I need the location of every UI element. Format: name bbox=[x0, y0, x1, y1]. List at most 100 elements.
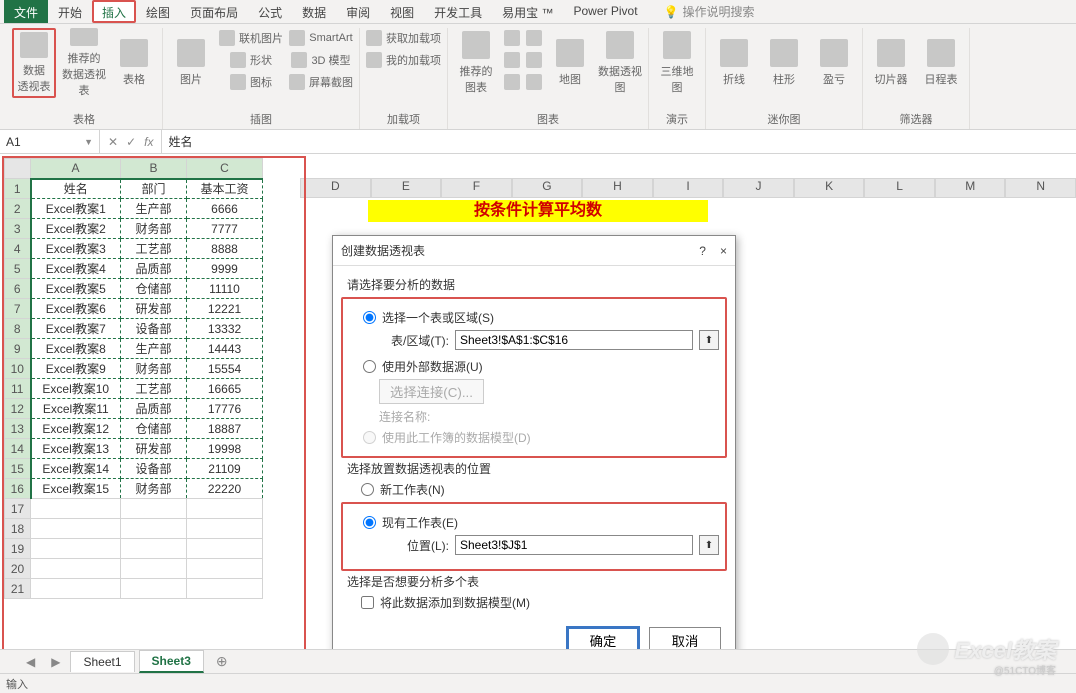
opt-external-source[interactable]: 使用外部数据源(U) bbox=[363, 358, 719, 375]
cell-C2[interactable]: 6666 bbox=[187, 199, 263, 219]
row-19[interactable]: 19 bbox=[5, 539, 31, 559]
tab-formulas[interactable]: 公式 bbox=[248, 0, 292, 23]
sheet-nav-prev-icon[interactable]: ◀ bbox=[20, 655, 41, 669]
slicer-button[interactable]: 切片器 bbox=[869, 28, 913, 98]
sheet-nav-next-icon[interactable]: ▶ bbox=[45, 655, 66, 669]
col-D[interactable]: D bbox=[300, 178, 371, 198]
location-input[interactable] bbox=[455, 535, 693, 555]
radio-new-sheet[interactable] bbox=[361, 483, 374, 496]
recommended-pivot-button[interactable]: 推荐的 数据透视表 bbox=[62, 28, 106, 98]
select-all-corner[interactable] bbox=[5, 159, 31, 179]
col-E[interactable]: E bbox=[371, 178, 442, 198]
location-picker-icon[interactable]: ⬆ bbox=[699, 535, 719, 555]
cell-A4[interactable]: Excel教案3 bbox=[31, 239, 121, 259]
opt-add-data-model[interactable]: 将此数据添加到数据模型(M) bbox=[361, 594, 721, 611]
cell-A10[interactable]: Excel教案9 bbox=[31, 359, 121, 379]
cell-A13[interactable]: Excel教案12 bbox=[31, 419, 121, 439]
cell-C14[interactable]: 19998 bbox=[187, 439, 263, 459]
opt-select-range[interactable]: 选择一个表或区域(S) bbox=[363, 309, 719, 326]
row-21[interactable]: 21 bbox=[5, 579, 31, 599]
3d-map-button[interactable]: 三维地 图 bbox=[655, 28, 699, 98]
get-addins-button[interactable]: 获取加载项 bbox=[366, 28, 441, 48]
enter-icon[interactable]: ✓ bbox=[126, 135, 136, 149]
col-K[interactable]: K bbox=[794, 178, 865, 198]
chart-type-4[interactable] bbox=[526, 28, 542, 48]
maps-button[interactable]: 地图 bbox=[548, 28, 592, 98]
tab-home[interactable]: 开始 bbox=[48, 0, 92, 23]
pivot-chart-button[interactable]: 数据透视图 bbox=[598, 28, 642, 98]
cell-C13[interactable]: 18887 bbox=[187, 419, 263, 439]
table-button[interactable]: 表格 bbox=[112, 28, 156, 98]
cell-B18[interactable] bbox=[121, 519, 187, 539]
radio-existing-sheet[interactable] bbox=[363, 516, 376, 529]
range-input[interactable] bbox=[455, 330, 693, 350]
sparkline-column-button[interactable]: 柱形 bbox=[762, 28, 806, 98]
cell-B11[interactable]: 工艺部 bbox=[121, 379, 187, 399]
tab-addin[interactable]: 易用宝 ™ bbox=[492, 0, 563, 23]
cell-A9[interactable]: Excel教案8 bbox=[31, 339, 121, 359]
cell-B16[interactable]: 财务部 bbox=[121, 479, 187, 499]
cell-C6[interactable]: 11110 bbox=[187, 279, 263, 299]
cell-B19[interactable] bbox=[121, 539, 187, 559]
cell-C16[interactable]: 22220 bbox=[187, 479, 263, 499]
tab-review[interactable]: 审阅 bbox=[336, 0, 380, 23]
new-sheet-icon[interactable]: ⊕ bbox=[208, 653, 236, 670]
cell-A2[interactable]: Excel教案1 bbox=[31, 199, 121, 219]
cell-A15[interactable]: Excel教案14 bbox=[31, 459, 121, 479]
radio-external[interactable] bbox=[363, 360, 376, 373]
cell-C7[interactable]: 12221 bbox=[187, 299, 263, 319]
cell-A5[interactable]: Excel教案4 bbox=[31, 259, 121, 279]
range-picker-icon[interactable]: ⬆ bbox=[699, 330, 719, 350]
col-A[interactable]: A bbox=[31, 159, 121, 179]
cell-C17[interactable] bbox=[187, 499, 263, 519]
cell-B15[interactable]: 设备部 bbox=[121, 459, 187, 479]
tab-layout[interactable]: 页面布局 bbox=[180, 0, 248, 23]
row-11[interactable]: 11 bbox=[5, 379, 31, 399]
row-9[interactable]: 9 bbox=[5, 339, 31, 359]
worksheet-grid[interactable]: A B C 1 姓名 部门 基本工资2 Excel教案1 生产部 66663 E… bbox=[4, 158, 263, 599]
cell-B3[interactable]: 财务部 bbox=[121, 219, 187, 239]
radio-select-range[interactable] bbox=[363, 311, 376, 324]
pivot-table-button[interactable]: 数据 透视表 bbox=[12, 28, 56, 98]
cell-C3[interactable]: 7777 bbox=[187, 219, 263, 239]
cell-A1[interactable]: 姓名 bbox=[31, 179, 121, 199]
col-F[interactable]: F bbox=[441, 178, 512, 198]
icons-button[interactable]: 图标 bbox=[219, 72, 283, 92]
help-icon[interactable]: ? bbox=[699, 244, 706, 258]
cell-C8[interactable]: 13332 bbox=[187, 319, 263, 339]
cell-A14[interactable]: Excel教案13 bbox=[31, 439, 121, 459]
tab-draw[interactable]: 绘图 bbox=[136, 0, 180, 23]
col-N[interactable]: N bbox=[1005, 178, 1076, 198]
cell-C21[interactable] bbox=[187, 579, 263, 599]
cell-C11[interactable]: 16665 bbox=[187, 379, 263, 399]
cell-B17[interactable] bbox=[121, 499, 187, 519]
cell-B7[interactable]: 研发部 bbox=[121, 299, 187, 319]
cell-B9[interactable]: 生产部 bbox=[121, 339, 187, 359]
cell-B8[interactable]: 设备部 bbox=[121, 319, 187, 339]
cell-A20[interactable] bbox=[31, 559, 121, 579]
cell-A11[interactable]: Excel教案10 bbox=[31, 379, 121, 399]
cell-A12[interactable]: Excel教案11 bbox=[31, 399, 121, 419]
cell-A7[interactable]: Excel教案6 bbox=[31, 299, 121, 319]
cell-B5[interactable]: 品质部 bbox=[121, 259, 187, 279]
cell-A6[interactable]: Excel教案5 bbox=[31, 279, 121, 299]
col-J[interactable]: J bbox=[723, 178, 794, 198]
col-I[interactable]: I bbox=[653, 178, 724, 198]
row-1[interactable]: 1 bbox=[5, 179, 31, 199]
cell-A21[interactable] bbox=[31, 579, 121, 599]
cell-C20[interactable] bbox=[187, 559, 263, 579]
tell-me-search[interactable]: 💡 操作说明搜索 bbox=[664, 0, 755, 23]
col-H[interactable]: H bbox=[582, 178, 653, 198]
opt-existing-sheet[interactable]: 现有工作表(E) bbox=[363, 514, 719, 531]
cell-B12[interactable]: 品质部 bbox=[121, 399, 187, 419]
cell-C19[interactable] bbox=[187, 539, 263, 559]
sheet-tab-sheet1[interactable]: Sheet1 bbox=[70, 651, 134, 672]
row-13[interactable]: 13 bbox=[5, 419, 31, 439]
screenshot-button[interactable]: 屏幕截图 bbox=[289, 72, 353, 92]
cell-A16[interactable]: Excel教案15 bbox=[31, 479, 121, 499]
col-G[interactable]: G bbox=[512, 178, 583, 198]
cell-B14[interactable]: 研发部 bbox=[121, 439, 187, 459]
row-6[interactable]: 6 bbox=[5, 279, 31, 299]
row-8[interactable]: 8 bbox=[5, 319, 31, 339]
chart-type-6[interactable] bbox=[526, 72, 542, 92]
